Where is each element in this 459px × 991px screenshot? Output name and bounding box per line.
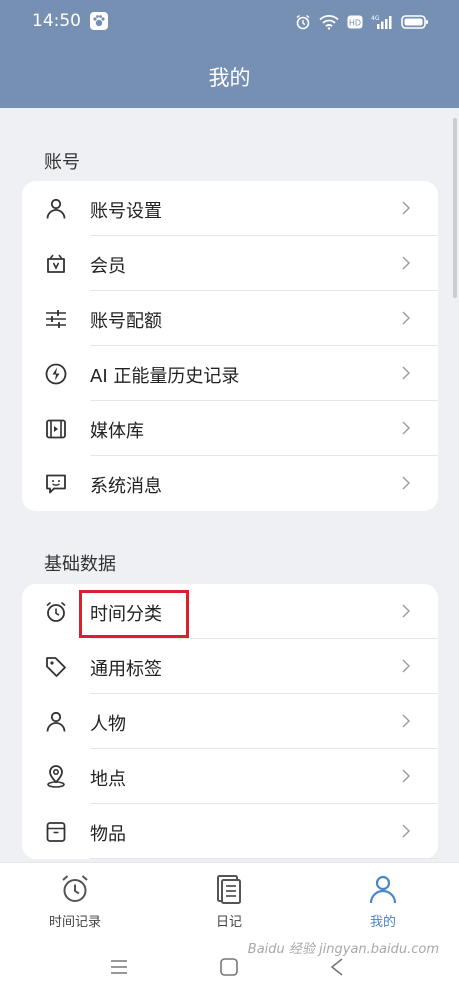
watermark: Baidu 经验 jingyan.baidu.com	[247, 942, 439, 957]
chevron-right-icon	[402, 366, 410, 380]
vip-icon	[47, 254, 65, 273]
svg-text:HD: HD	[349, 19, 361, 28]
media-icon	[46, 419, 66, 439]
tab-label: 我的	[369, 915, 396, 930]
list-item-label: 账号配额	[90, 311, 162, 332]
signal-icon: 4G	[371, 15, 392, 29]
tag-icon	[46, 657, 66, 677]
section-title-basic-data: 基础数据	[44, 554, 116, 575]
bottom-tab-bar: 时间记录 日记 我的	[0, 862, 459, 945]
tab-label: 日记	[215, 915, 242, 930]
tab-time-records[interactable]: 时间记录	[15, 863, 135, 945]
person-icon	[46, 198, 66, 219]
list-item-places[interactable]: 地点	[22, 749, 438, 804]
list-item-label: 物品	[90, 824, 126, 845]
chevron-right-icon	[402, 256, 410, 270]
alarm-icon	[62, 875, 88, 902]
message-icon	[46, 474, 66, 494]
list-item-label: 地点	[90, 769, 126, 790]
list-item-label: 系统消息	[90, 476, 162, 497]
list-item-people[interactable]: 人物	[22, 694, 438, 749]
sliders-icon	[46, 310, 66, 328]
list-item-system-messages[interactable]: 系统消息	[22, 456, 438, 511]
page-header: 我的	[0, 44, 459, 108]
system-icons: HD 4G	[295, 12, 429, 32]
scrollbar[interactable]	[453, 118, 457, 298]
alarm-icon	[46, 601, 66, 622]
list-item-label: 人物	[90, 714, 126, 735]
location-icon	[47, 765, 65, 788]
list-item-label: 媒体库	[90, 421, 144, 442]
svg-text:4G: 4G	[371, 15, 380, 22]
chevron-right-icon	[402, 421, 410, 435]
app-notification-icon	[90, 12, 108, 30]
status-bar: 14:50 HD 4G	[0, 0, 459, 44]
person-icon	[46, 711, 66, 732]
divider	[90, 858, 438, 859]
chevron-right-icon	[402, 604, 410, 618]
list-item-media-library[interactable]: 媒体库	[22, 401, 438, 456]
settings-list[interactable]: 账号 账号设置 会员 账号配额 AI 正能量历史记录 媒体库 系统消息 基础数据…	[0, 108, 459, 862]
chevron-right-icon	[402, 201, 410, 215]
chevron-right-icon	[402, 476, 410, 490]
section-title-account: 账号	[44, 152, 80, 173]
list-item-label: 通用标签	[90, 659, 162, 680]
tab-label: 时间记录	[48, 915, 101, 930]
diary-icon	[217, 875, 241, 904]
alarm-status-icon	[296, 14, 310, 30]
menu-icon[interactable]	[109, 958, 129, 976]
chevron-right-icon	[402, 659, 410, 673]
box-icon	[46, 822, 66, 842]
list-item-account-quota[interactable]: 账号配额	[22, 291, 438, 346]
status-time: 14:50	[32, 11, 81, 31]
highlight-box	[79, 590, 189, 638]
page-title: 我的	[208, 66, 251, 90]
list-item-account-settings[interactable]: 账号设置	[22, 181, 438, 236]
wifi-icon	[319, 15, 339, 30]
home-icon[interactable]	[219, 957, 239, 977]
hd-icon: HD	[347, 15, 363, 29]
list-item-label: 账号设置	[90, 201, 162, 222]
list-item-ai-history[interactable]: AI 正能量历史记录	[22, 346, 438, 401]
chevron-right-icon	[402, 824, 410, 838]
list-item-common-tags[interactable]: 通用标签	[22, 639, 438, 694]
tab-diary[interactable]: 日记	[169, 863, 289, 945]
account-card: 账号设置 会员 账号配额 AI 正能量历史记录 媒体库 系统消息	[22, 181, 438, 511]
list-item-label: 会员	[90, 256, 126, 277]
list-item-items[interactable]: 物品	[22, 804, 438, 859]
chevron-right-icon	[402, 311, 410, 325]
list-item-vip[interactable]: 会员	[22, 236, 438, 291]
lightning-icon	[45, 363, 67, 385]
chevron-right-icon	[402, 769, 410, 783]
tab-mine[interactable]: 我的	[323, 863, 443, 945]
back-icon[interactable]	[329, 957, 345, 977]
list-item-label: AI 正能量历史记录	[90, 366, 240, 387]
battery-icon	[401, 15, 428, 29]
person-icon	[369, 875, 397, 904]
chevron-right-icon	[402, 714, 410, 728]
